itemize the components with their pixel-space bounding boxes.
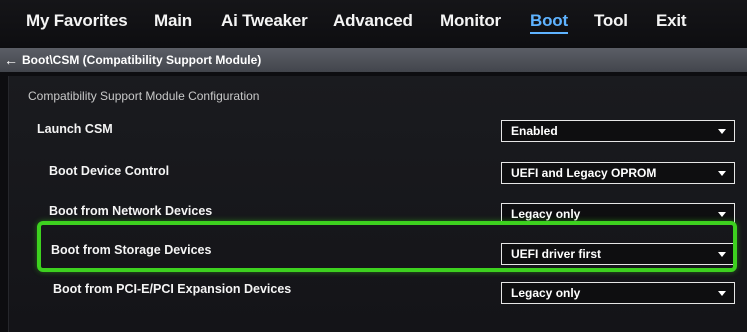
boot-network-label: Boot from Network Devices — [49, 204, 213, 218]
breadcrumb-path: Boot\CSM (Compatibility Support Module) — [22, 53, 262, 67]
boot-storage-label: Boot from Storage Devices — [51, 243, 212, 257]
boot-device-control-label: Boot Device Control — [49, 164, 170, 178]
boot-network-value: Legacy only — [511, 207, 581, 221]
menu-advanced[interactable]: Advanced — [333, 11, 413, 31]
boot-device-control-dropdown[interactable]: UEFI and Legacy OPROM — [501, 162, 735, 184]
boot-pcie-label: Boot from PCI-E/PCI Expansion Devices — [53, 282, 292, 296]
bios-screen: My Favorites Main Ai Tweaker Advanced Mo… — [0, 0, 747, 332]
menu-my-favorites[interactable]: My Favorites — [26, 11, 128, 31]
dropdown-arrow-icon — [718, 290, 726, 296]
breadcrumb: ← Boot\CSM (Compatibility Support Module… — [0, 48, 747, 72]
boot-pcie-dropdown[interactable]: Legacy only — [501, 282, 735, 304]
launch-csm-label: Launch CSM — [37, 122, 113, 136]
dropdown-arrow-icon — [718, 128, 726, 134]
boot-pcie-value: Legacy only — [511, 286, 581, 300]
menu-boot[interactable]: Boot — [530, 11, 568, 34]
menu-monitor[interactable]: Monitor — [440, 11, 501, 31]
boot-device-control-value: UEFI and Legacy OPROM — [511, 166, 657, 180]
menu-main[interactable]: Main — [154, 11, 192, 31]
menu-tool[interactable]: Tool — [594, 11, 628, 31]
launch-csm-dropdown[interactable]: Enabled — [501, 120, 735, 142]
boot-storage-value: UEFI driver first — [511, 247, 602, 261]
section-title: Compatibility Support Module Configurati… — [28, 89, 260, 103]
dropdown-arrow-icon — [718, 170, 726, 176]
launch-csm-value: Enabled — [511, 124, 558, 138]
dropdown-arrow-icon — [718, 211, 726, 217]
boot-network-dropdown[interactable]: Legacy only — [501, 203, 735, 225]
menu-ai-tweaker[interactable]: Ai Tweaker — [221, 11, 308, 31]
menu-exit[interactable]: Exit — [656, 11, 687, 31]
back-arrow-icon[interactable]: ← — [0, 48, 22, 72]
boot-storage-dropdown[interactable]: UEFI driver first — [501, 243, 735, 265]
top-menu-bar: My Favorites Main Ai Tweaker Advanced Mo… — [0, 0, 747, 46]
dropdown-arrow-icon — [718, 251, 726, 257]
